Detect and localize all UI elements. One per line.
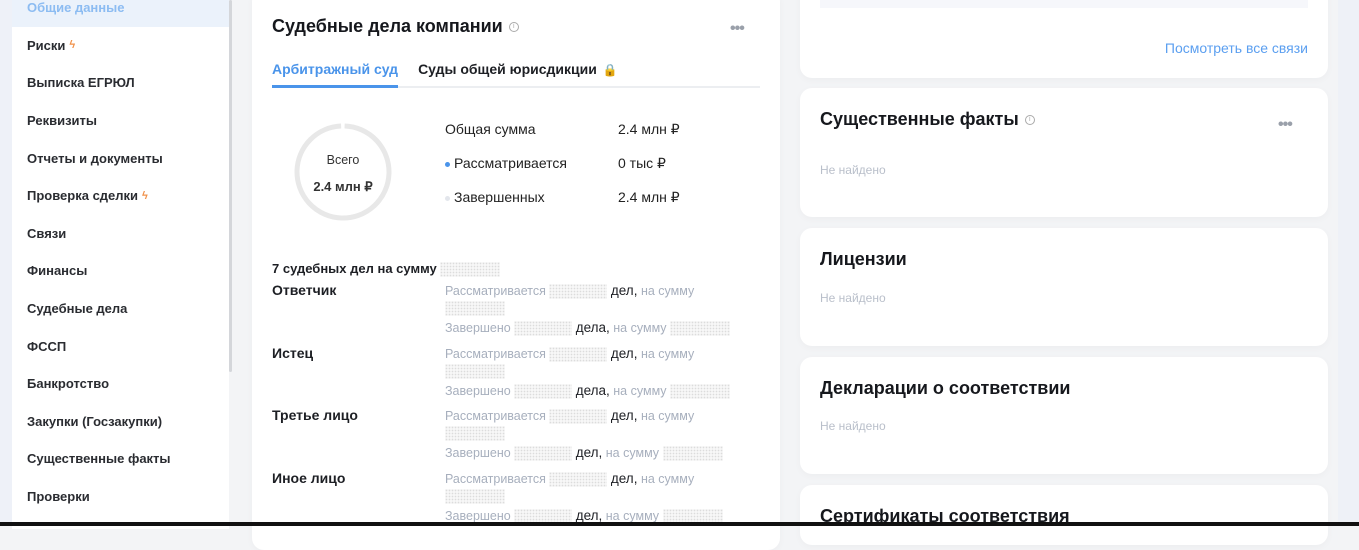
- lightning-icon: ϟ: [142, 189, 148, 202]
- screen-edge: [0, 522, 1359, 526]
- page-background: [0, 0, 12, 526]
- sidebar-item[interactable]: Отчеты и документы: [12, 139, 229, 177]
- card-title: Декларации о соответствии: [820, 378, 1071, 398]
- sidebar-item-label: Общие данные: [27, 0, 125, 16]
- blurred-value: [445, 426, 505, 442]
- blurred-value: [549, 346, 608, 362]
- party-role: Истец: [272, 344, 314, 361]
- stat-pending-value: 0 тыс ₽: [618, 155, 666, 171]
- sidebar-item-label: Банкротство: [27, 376, 110, 392]
- legend-dot: [445, 195, 450, 201]
- sidebar-item-label: Реквизиты: [27, 113, 97, 129]
- sidebar-item[interactable]: Существенные факты: [12, 440, 229, 478]
- sidebar-item-label: Риски: [27, 37, 66, 53]
- blurred-value: [445, 301, 505, 317]
- sidebar-item-label: Отчеты и документы: [27, 150, 163, 166]
- info-icon[interactable]: i: [1024, 114, 1035, 125]
- sidebar-item-label: Судебные дела: [27, 301, 128, 317]
- pending-line: Рассматривается дел, на сумму: [445, 408, 695, 425]
- cases-summary: 7 судебных дел на сумму: [272, 261, 501, 278]
- sidebar-item[interactable]: Закупки (Госзакупки): [12, 403, 229, 441]
- donut-chart: [294, 123, 392, 221]
- lightning-icon: ϟ: [69, 39, 76, 52]
- card-title: Существенные факты: [820, 109, 1019, 129]
- blurred-value: [549, 409, 608, 425]
- blurred-value: [670, 383, 731, 399]
- view-all-connections-link[interactable]: Посмотреть все связи: [1165, 40, 1308, 56]
- sidebar-item[interactable]: Финансы: [12, 252, 229, 290]
- sidebar-item[interactable]: Проверка сделки ϟ: [12, 177, 229, 215]
- certificates-card: Сертификаты соответствия: [800, 485, 1328, 545]
- connections-placeholder: [820, 0, 1308, 8]
- card-title: Лицензии: [820, 249, 907, 269]
- info-icon[interactable]: i: [508, 21, 519, 32]
- material-facts-card: Существенные факты i ••• Не найдено: [800, 88, 1328, 217]
- blurred-value: [445, 363, 505, 379]
- page-edge: [1338, 0, 1359, 526]
- pending-line: Рассматривается дел, на сумму: [445, 283, 695, 300]
- court-cases-card: Судебные дела компании i ••• Арбитражный …: [252, 0, 780, 550]
- blurred-value: [445, 488, 505, 504]
- stat-pending-label: Рассматривается: [445, 155, 567, 171]
- sidebar-item-label: Закупки (Госзакупки): [27, 413, 163, 429]
- sidebar-scrollbar[interactable]: [229, 0, 232, 372]
- stat-total-value: 2.4 млн ₽: [618, 121, 680, 137]
- sidebar-item[interactable]: Банкротство: [12, 365, 229, 403]
- empty-text: Не найдено: [820, 163, 886, 177]
- sidebar-item[interactable]: Связи: [12, 215, 229, 253]
- sidebar-item-label: Проверки: [27, 489, 90, 505]
- sidebar-item-label: Выписка ЕГРЮЛ: [27, 75, 135, 91]
- sidebar-item-label: Существенные факты: [27, 451, 171, 467]
- sidebar-item[interactable]: Реквизиты: [12, 102, 229, 140]
- more-icon[interactable]: •••: [730, 20, 745, 38]
- legend-dot: [445, 161, 450, 167]
- pending-line: Рассматривается дел, на сумму: [445, 345, 695, 362]
- empty-text: Не найдено: [820, 419, 886, 433]
- tab-general-jurisdiction[interactable]: Суды общей юрисдикции 🔒: [418, 58, 638, 88]
- blurred-value: [670, 321, 731, 337]
- connections-card: Посмотреть все связи: [800, 0, 1328, 78]
- donut-value: 2.4 млн ₽: [313, 179, 373, 194]
- blurred-value: [514, 383, 573, 399]
- sidebar-item-label: Проверка сделки: [27, 188, 139, 204]
- stat-total-label: Общая сумма: [445, 121, 536, 137]
- lock-icon: 🔒: [602, 63, 618, 77]
- done-line: Завершено дел, на сумму: [445, 445, 723, 462]
- sidebar-item[interactable]: ФССП: [12, 327, 229, 365]
- donut-ring-completed: [294, 123, 392, 221]
- sidebar-item[interactable]: Проверки: [12, 478, 229, 516]
- blurred-value: [549, 284, 608, 300]
- party-role: Иное лицо: [272, 469, 346, 486]
- party-role: Ответчик: [272, 282, 337, 298]
- party-role: Третье лицо: [272, 407, 358, 423]
- blurred-value: [549, 471, 608, 487]
- stat-done-label: Завершенных: [445, 189, 545, 205]
- sidebar-item-label: Финансы: [27, 263, 88, 279]
- licenses-card: Лицензии Не найдено: [800, 228, 1328, 346]
- blurred-value: [514, 446, 573, 462]
- tab-arbitration[interactable]: Арбитражный суд: [272, 58, 399, 88]
- sidebar-item-label: Связи: [27, 225, 67, 241]
- sidebar-item[interactable]: Общие данные: [12, 0, 229, 27]
- sidebar-item[interactable]: Выписка ЕГРЮЛ: [12, 64, 229, 102]
- sidebar: Общие данные Риски ϟ Выписка ЕГРЮЛ Реквизиты…: [12, 0, 229, 529]
- done-line: Завершено дела, на сумму: [445, 320, 731, 337]
- sidebar-item[interactable]: Риски ϟ: [12, 27, 229, 65]
- blurred-value: [514, 321, 573, 337]
- declarations-card: Декларации о соответствии Не найдено: [800, 357, 1328, 474]
- card-title: Судебные дела компании i: [272, 16, 519, 37]
- sidebar-item[interactable]: Судебные дела: [12, 290, 229, 328]
- donut-label: Всего: [326, 153, 360, 167]
- stat-done-value: 2.4 млн ₽: [618, 189, 680, 205]
- blurred-value: [662, 446, 723, 462]
- blurred-value: [440, 262, 501, 278]
- more-icon[interactable]: •••: [1278, 116, 1293, 134]
- sidebar-item-label: ФССП: [27, 338, 67, 354]
- pending-line: Рассматривается дел, на сумму: [445, 470, 695, 487]
- court-tabs: Арбитражный суд Суды общей юрисдикции 🔒: [272, 58, 760, 88]
- empty-text: Не найдено: [820, 291, 886, 305]
- done-line: Завершено дела, на сумму: [445, 383, 731, 399]
